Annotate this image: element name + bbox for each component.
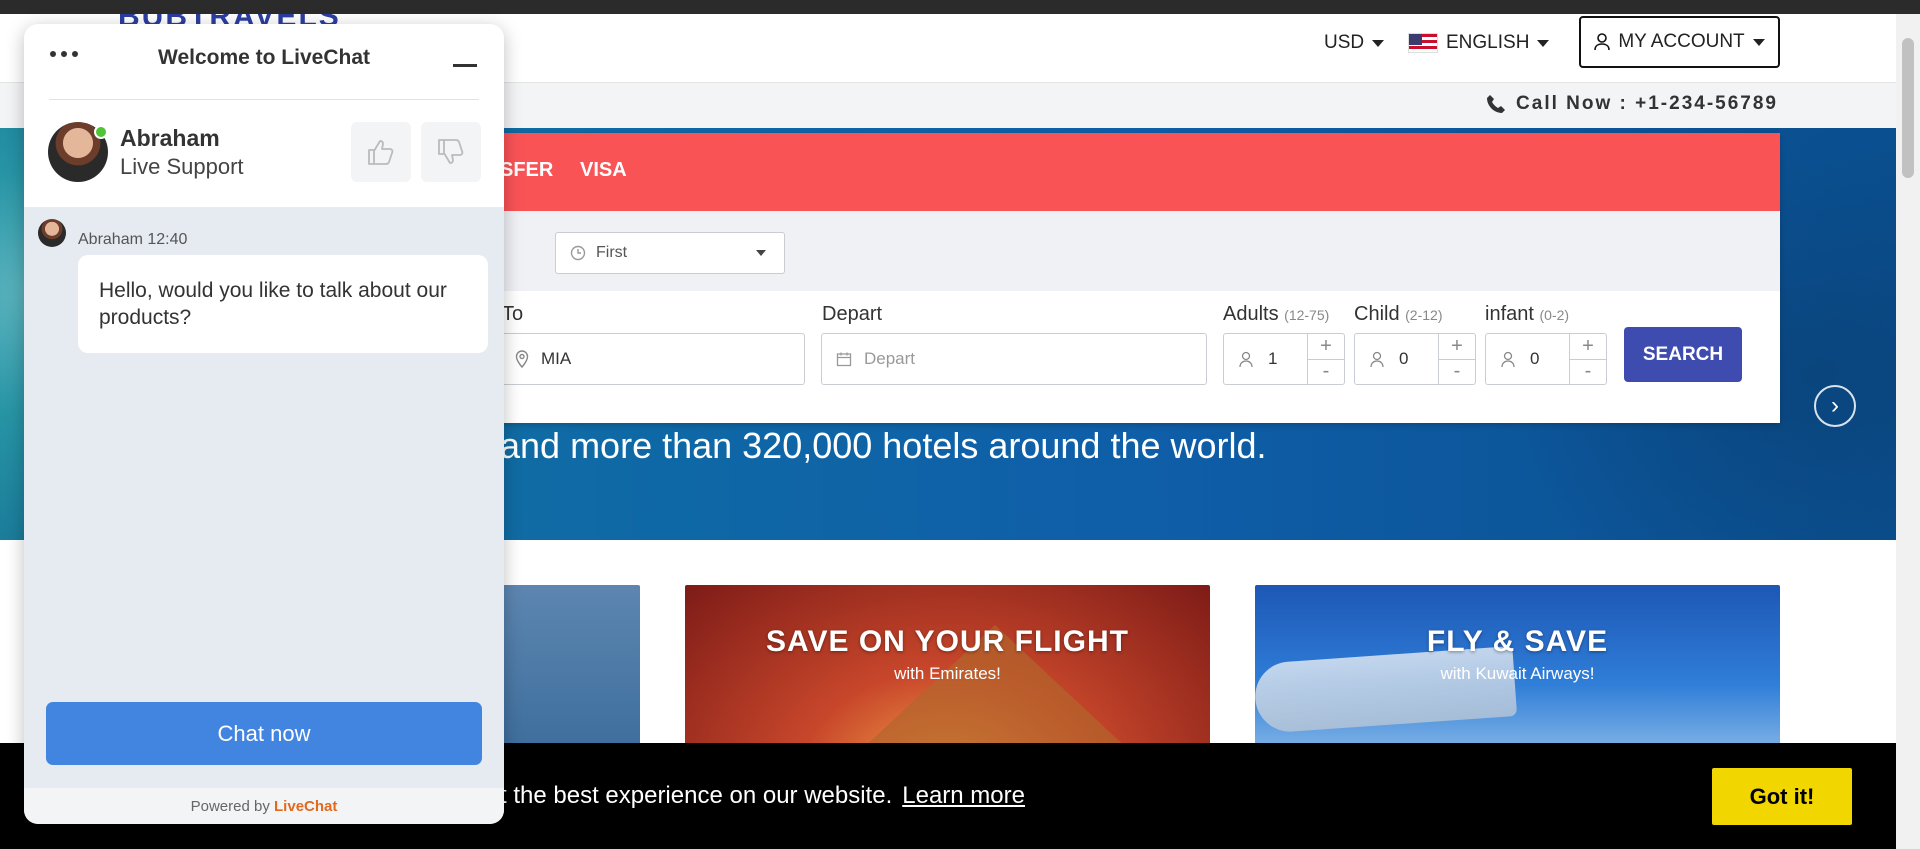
my-account-button[interactable]: MY ACCOUNT [1579, 16, 1780, 68]
location-pin-icon [515, 350, 529, 368]
chevron-right-icon: › [1831, 392, 1839, 419]
browser-top-strip [0, 0, 1920, 14]
powered-by: Powered by LiveChat [24, 788, 504, 824]
message-meta: Abraham 12:40 [78, 231, 188, 248]
cabin-class-value: First [596, 244, 628, 261]
child-stepper[interactable]: 0 + - [1354, 333, 1476, 385]
us-flag-icon [1408, 33, 1438, 53]
infant-minus-button[interactable]: - [1570, 360, 1606, 385]
adults-stepper[interactable]: 1 + - [1223, 333, 1345, 385]
chevron-down-icon [1752, 38, 1765, 46]
thumbs-up-button[interactable] [351, 122, 411, 182]
infant-plus-button[interactable]: + [1570, 334, 1606, 360]
promo-card-kuwait-airways[interactable]: FLY & SAVE with Kuwait Airways! [1255, 585, 1780, 750]
promo-subtitle: with Kuwait Airways! [1440, 664, 1595, 683]
depart-label: Depart [822, 303, 883, 325]
person-icon [1239, 351, 1253, 367]
online-status-icon [94, 125, 108, 139]
agent-role: Live Support [120, 154, 244, 179]
page-scrollbar[interactable] [1896, 14, 1920, 849]
my-account-label: MY ACCOUNT [1618, 31, 1745, 52]
tab-visa[interactable]: VISA [580, 159, 627, 182]
to-value: MIA [541, 349, 572, 368]
adults-range: (12-75) [1284, 307, 1330, 323]
airplane-image [1255, 646, 1518, 734]
to-input[interactable]: MIA [500, 333, 805, 385]
currency-label: USD [1324, 32, 1365, 53]
person-icon [1501, 351, 1515, 367]
infant-range: (0-2) [1539, 307, 1570, 323]
adults-minus-button[interactable]: - [1308, 360, 1344, 385]
currency-dropdown[interactable]: USD [1324, 32, 1385, 54]
promo-title: SAVE ON YOUR FLIGHT [766, 625, 1129, 658]
livechat-brand-link[interactable]: LiveChat [274, 798, 337, 815]
clock-icon [570, 245, 586, 261]
tab-transfer[interactable]: SFER [500, 159, 553, 182]
chat-now-button[interactable]: Chat now [46, 702, 482, 765]
child-label: Child (2-12) [1354, 303, 1443, 325]
promo-subtitle: with Emirates! [894, 664, 1001, 683]
child-plus-button[interactable]: + [1439, 334, 1475, 360]
adults-plus-button[interactable]: + [1308, 334, 1344, 360]
promo-card-emirates[interactable]: SAVE ON YOUR FLIGHT with Emirates! [685, 585, 1210, 750]
chevron-down-icon [1372, 39, 1385, 47]
to-label: To [502, 303, 524, 325]
livechat-header: Welcome to LiveChat Abraham Live Support [24, 24, 504, 207]
search-tabs: SFER VISA [460, 133, 1780, 211]
search-button[interactable]: SEARCH [1624, 327, 1742, 382]
child-value: 0 [1399, 349, 1409, 368]
search-fields: To MIA Depart Depart Adults (12-75) 1 + -… [460, 291, 1780, 423]
chevron-down-icon [756, 250, 766, 256]
infant-stepper[interactable]: 0 + - [1485, 333, 1607, 385]
cookie-accept-button[interactable]: Got it! [1712, 768, 1852, 825]
language-dropdown[interactable]: ENGLISH [1408, 32, 1550, 54]
infant-value: 0 [1530, 349, 1540, 368]
message-bubble: Hello, would you like to talk about our … [78, 255, 488, 353]
learn-more-link[interactable]: Learn more [902, 782, 1025, 809]
call-now[interactable]: Call Now : +1-234-56789 [1486, 93, 1778, 115]
infant-label: infant (0-2) [1485, 303, 1570, 325]
phone-icon [1487, 95, 1506, 113]
thumbs-down-icon [438, 139, 464, 164]
child-minus-button[interactable]: - [1439, 360, 1475, 385]
livechat-widget: Welcome to LiveChat Abraham Live Support… [24, 24, 504, 824]
divider [49, 99, 479, 100]
chevron-down-icon [1537, 39, 1550, 47]
depart-placeholder: Depart [864, 349, 916, 368]
scrollbar-thumb[interactable] [1902, 38, 1914, 178]
language-label: ENGLISH [1446, 32, 1530, 53]
livechat-title: Welcome to LiveChat [158, 46, 370, 69]
thumbs-down-button[interactable] [421, 122, 481, 182]
message-avatar [38, 219, 66, 247]
hero-tagline: and more than 320,000 hotels around the … [500, 425, 1267, 466]
user-icon [1594, 33, 1611, 51]
child-range: (2-12) [1405, 307, 1443, 323]
cookie-message: t the best experience on our website. Lea… [500, 782, 1025, 809]
person-icon [1370, 351, 1384, 367]
calendar-icon [836, 352, 852, 367]
adults-value: 1 [1268, 349, 1278, 368]
adults-label: Adults (12-75) [1223, 303, 1330, 325]
minimize-icon[interactable] [453, 64, 477, 67]
cabin-class-select[interactable]: First [555, 232, 785, 274]
depart-date-input[interactable]: Depart [821, 333, 1207, 385]
promo-title: FLY & SAVE [1426, 625, 1609, 658]
agent-name: Abraham [120, 125, 220, 151]
slider-next-button[interactable]: › [1814, 385, 1856, 427]
thumbs-up-icon [368, 140, 394, 165]
call-now-label: Call Now : +1-234-56789 [1516, 93, 1778, 114]
search-panel: SFER VISA First To MIA Depart Depart Adu… [460, 133, 1780, 423]
search-options: First [460, 211, 1780, 291]
